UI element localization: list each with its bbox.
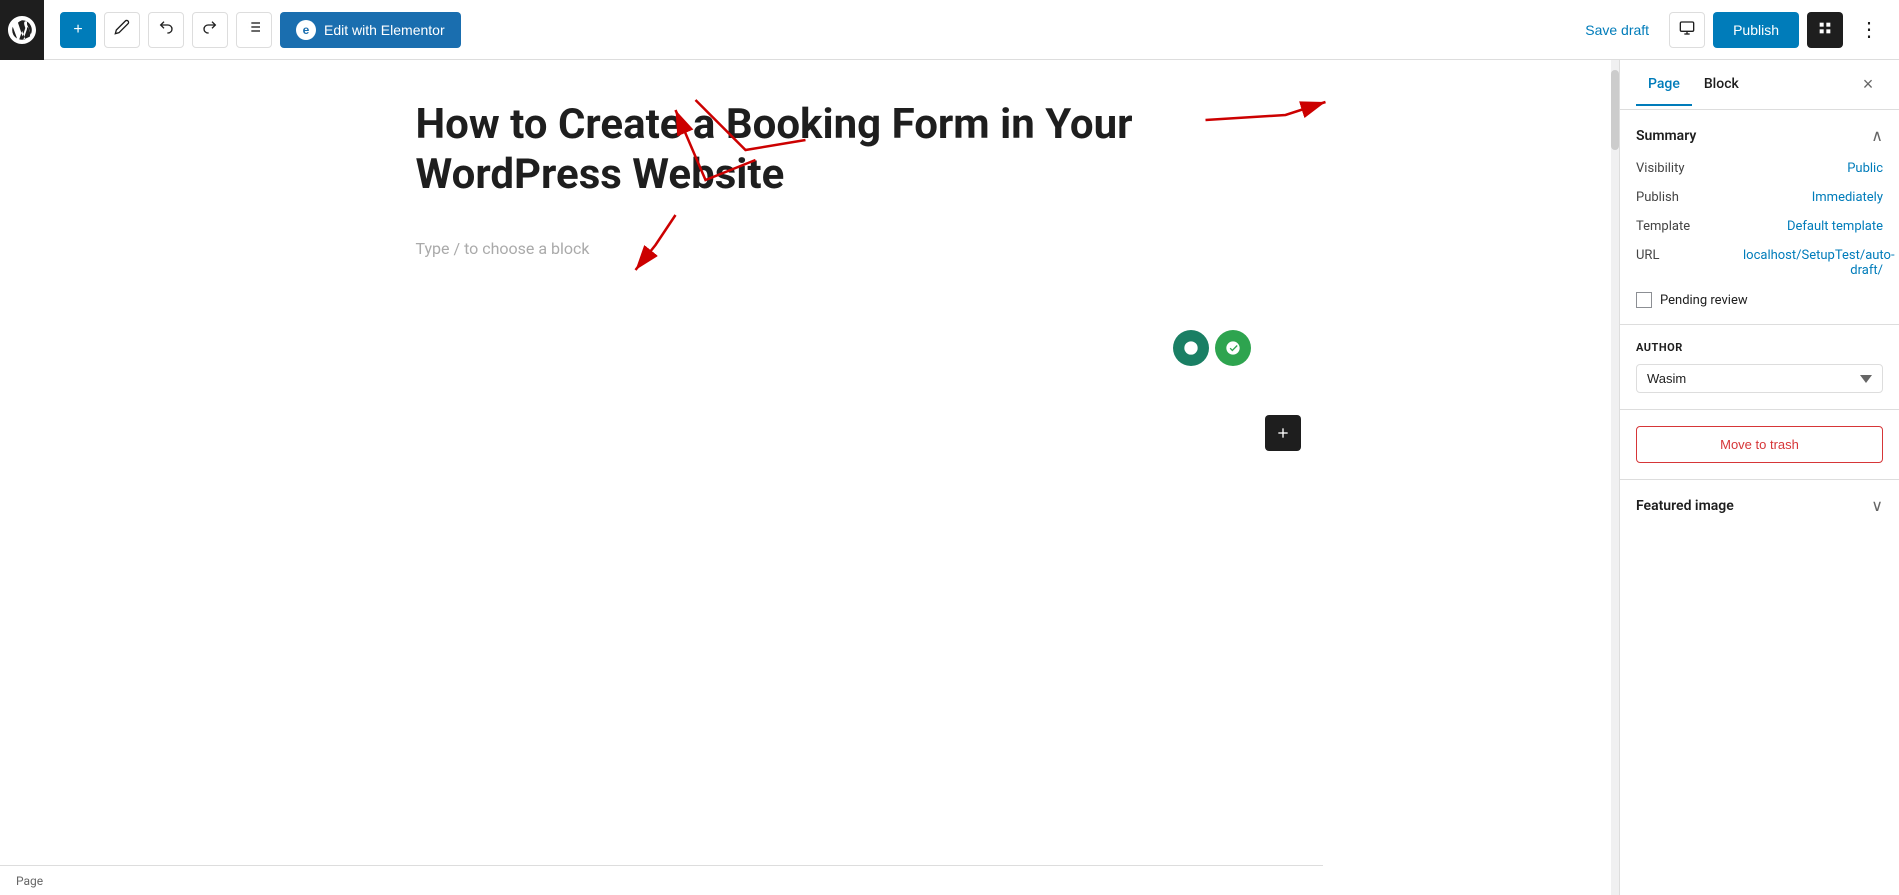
summary-section: Summary ∧ Visibility Public Publish Imme…: [1620, 110, 1899, 325]
sidebar-close-button[interactable]: ×: [1853, 70, 1883, 100]
right-sidebar: Page Block × Summary ∧ Visibility Public…: [1619, 60, 1899, 895]
sidebar-tabs: Page Block ×: [1620, 60, 1899, 110]
hint-icon[interactable]: [1173, 330, 1209, 366]
editor-area: How to Create a Booking Form in Your Wor…: [0, 60, 1611, 895]
template-row: Template Default template: [1636, 219, 1883, 234]
add-block-button[interactable]: [1265, 415, 1301, 451]
author-select[interactable]: Wasim: [1636, 364, 1883, 393]
pending-review-row: Pending review: [1636, 292, 1883, 308]
author-title: AUTHOR: [1636, 341, 1883, 354]
settings-button[interactable]: [1807, 12, 1843, 48]
monitor-icon: [1679, 20, 1695, 39]
add-block-toolbar-button[interactable]: +: [60, 12, 96, 48]
collapse-icon[interactable]: ∧: [1871, 126, 1883, 145]
list-icon: [246, 19, 262, 40]
visibility-label: Visibility: [1636, 161, 1685, 176]
undo-icon: [158, 19, 174, 40]
publish-button[interactable]: Publish: [1713, 12, 1799, 48]
edit-elementor-label: Edit with Elementor: [324, 22, 445, 38]
tab-page[interactable]: Page: [1636, 64, 1692, 106]
post-title[interactable]: How to Create a Booking Form in Your Wor…: [416, 100, 1196, 201]
move-to-trash-section: Move to trash: [1620, 410, 1899, 480]
sidebar-body: Summary ∧ Visibility Public Publish Imme…: [1620, 110, 1899, 895]
status-label: Page: [16, 874, 43, 888]
grammar-icon[interactable]: [1215, 330, 1251, 366]
settings-icon: [1817, 20, 1833, 39]
featured-image-section: Featured image ∨: [1620, 480, 1899, 531]
move-to-trash-button[interactable]: Move to trash: [1636, 426, 1883, 463]
author-section: AUTHOR Wasim: [1620, 325, 1899, 410]
list-view-button[interactable]: [236, 12, 272, 48]
editor-content: How to Create a Booking Form in Your Wor…: [356, 60, 1256, 306]
preview-button[interactable]: [1669, 12, 1705, 48]
block-placeholder[interactable]: Type / to choose a block: [416, 231, 1196, 266]
url-label: URL: [1636, 248, 1659, 263]
pending-review-checkbox[interactable]: [1636, 292, 1652, 308]
publish-label: Publish: [1636, 190, 1679, 205]
visibility-value[interactable]: Public: [1847, 161, 1883, 176]
wp-logo[interactable]: [0, 0, 44, 60]
scrollbar-thumb[interactable]: [1611, 70, 1619, 150]
pending-review-label: Pending review: [1660, 293, 1748, 308]
template-label: Template: [1636, 219, 1690, 234]
publish-row: Publish Immediately: [1636, 190, 1883, 205]
tab-block[interactable]: Block: [1692, 64, 1751, 106]
summary-title: Summary: [1636, 128, 1696, 144]
pen-icon: [114, 19, 130, 40]
featured-image-header: Featured image ∨: [1636, 496, 1883, 515]
edit-with-elementor-button[interactable]: e Edit with Elementor: [280, 12, 461, 48]
floating-icons: [1173, 330, 1251, 366]
pen-tool-button[interactable]: [104, 12, 140, 48]
toolbar: + e Edit with El: [0, 0, 1899, 60]
featured-image-expand-icon[interactable]: ∨: [1871, 496, 1883, 515]
elementor-icon: e: [296, 20, 316, 40]
visibility-row: Visibility Public: [1636, 161, 1883, 176]
more-options-button[interactable]: ⋮: [1851, 12, 1887, 48]
url-value[interactable]: localhost/SetupTest/auto-draft/: [1743, 248, 1883, 278]
publish-value[interactable]: Immediately: [1812, 190, 1883, 205]
redo-button[interactable]: [192, 12, 228, 48]
more-icon: ⋮: [1859, 17, 1879, 42]
redo-icon: [202, 19, 218, 40]
url-row: URL localhost/SetupTest/auto-draft/: [1636, 248, 1883, 278]
editor-scrollbar[interactable]: [1611, 60, 1619, 895]
save-draft-button[interactable]: Save draft: [1573, 14, 1661, 46]
plus-icon: +: [73, 21, 82, 39]
undo-button[interactable]: [148, 12, 184, 48]
template-value[interactable]: Default template: [1787, 219, 1883, 234]
main-layout: How to Create a Booking Form in Your Wor…: [0, 60, 1899, 895]
summary-header: Summary ∧: [1636, 126, 1883, 145]
featured-image-title: Featured image: [1636, 498, 1734, 514]
status-bar: Page: [0, 865, 1323, 895]
